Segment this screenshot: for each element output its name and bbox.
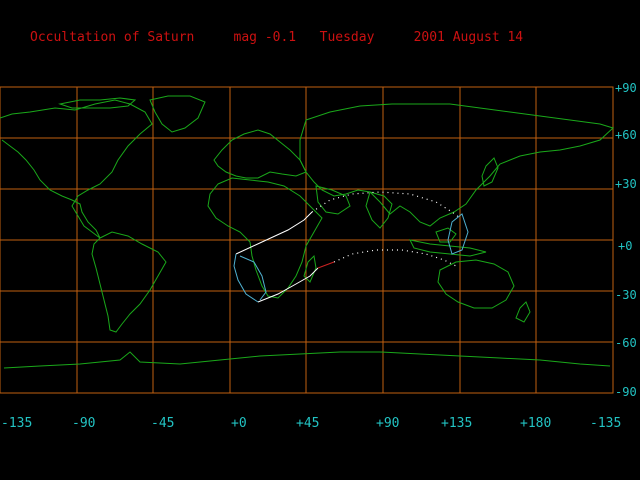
lon-label: -45 bbox=[151, 416, 174, 431]
world-map: +90 +60 +30 +0 -30 -60 -90 -135 -90 -45 … bbox=[0, 81, 637, 431]
lon-label: -135 bbox=[1, 416, 32, 431]
lat-label: +30 bbox=[615, 177, 637, 191]
lon-label: -90 bbox=[72, 416, 95, 431]
lat-label: +90 bbox=[615, 81, 637, 95]
coast-australia bbox=[437, 259, 515, 309]
lon-label: -135 bbox=[590, 416, 621, 431]
lat-label: -90 bbox=[615, 385, 637, 399]
occultation-west-limit-inner bbox=[239, 255, 267, 301]
occultation-north-limit bbox=[235, 211, 313, 255]
latitude-labels: +90 +60 +30 +0 -30 -60 -90 bbox=[615, 81, 637, 399]
lat-label: -30 bbox=[615, 288, 637, 302]
occultation-south-limit bbox=[257, 267, 319, 303]
coast-europe bbox=[213, 129, 307, 179]
lat-label: +60 bbox=[615, 128, 637, 142]
coast-antarctica bbox=[3, 351, 611, 369]
coast-arabia bbox=[315, 185, 351, 215]
coast-north-america bbox=[0, 99, 153, 239]
longitude-labels: -135 -90 -45 +0 +45 +90 +135 +180 -135 bbox=[1, 416, 621, 431]
occultation-path bbox=[233, 191, 469, 303]
lon-label: +0 bbox=[231, 416, 247, 431]
coast-india bbox=[365, 191, 393, 229]
lat-label: +0 bbox=[618, 239, 632, 253]
lon-label: +45 bbox=[296, 416, 319, 431]
lon-label: +180 bbox=[520, 416, 551, 431]
coast-south-america bbox=[91, 231, 167, 333]
coast-greenland bbox=[149, 95, 206, 133]
lat-label: -60 bbox=[615, 336, 637, 350]
lon-label: +90 bbox=[376, 416, 399, 431]
occultation-day-segment bbox=[317, 261, 335, 269]
coast-new-zealand bbox=[515, 301, 531, 323]
occultation-west-limit bbox=[233, 253, 259, 303]
coast-africa bbox=[207, 177, 323, 299]
lon-label: +135 bbox=[441, 416, 472, 431]
